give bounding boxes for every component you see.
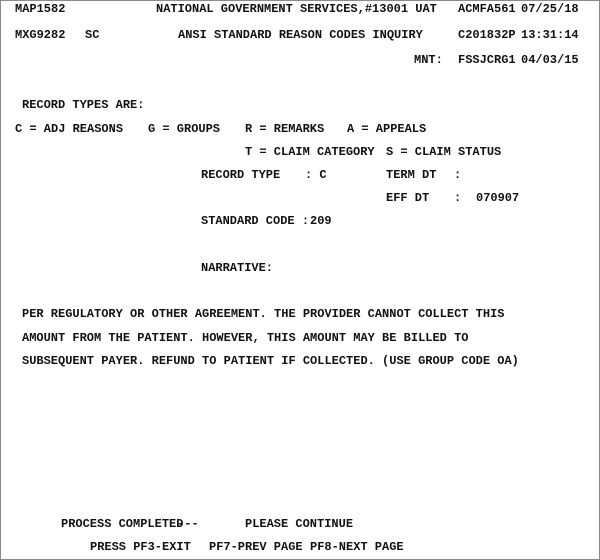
terminal-id: ACMFA561: [458, 2, 516, 16]
narrative-line: SUBSEQUENT PAYER. REFUND TO PATIENT IF C…: [22, 354, 519, 368]
standard-code-label: STANDARD CODE :: [201, 214, 310, 228]
narrative-line: AMOUNT FROM THE PATIENT. HOWEVER, THIS A…: [22, 331, 469, 345]
pf8-next-page-key[interactable]: PF8-NEXT PAGE: [310, 540, 404, 554]
date: 07/25/18: [521, 2, 579, 16]
record-type-t: T = CLAIM CATEGORY: [245, 145, 375, 159]
record-type-r: R = REMARKS: [245, 122, 325, 136]
pf3-exit-key[interactable]: PRESS PF3-EXIT: [90, 540, 191, 554]
operator-id: C201832P: [458, 28, 516, 42]
continue-message: PLEASE CONTINUE: [245, 517, 354, 531]
eff-dt-label: EFF DT: [386, 191, 430, 205]
term-dt-sep: :: [454, 168, 462, 182]
time: 13:31:14: [521, 28, 579, 42]
record-type-g: G = GROUPS: [148, 122, 221, 136]
eff-dt-sep: :: [454, 191, 462, 205]
record-type-label: RECORD TYPE: [201, 168, 281, 182]
record-types-heading: RECORD TYPES ARE:: [22, 98, 145, 112]
narrative-line: PER REGULATORY OR OTHER AGREEMENT. THE P…: [22, 307, 505, 321]
terminal-screen: MAP1582 NATIONAL GOVERNMENT SERVICES,#13…: [0, 0, 600, 560]
screen-code: SC: [85, 28, 100, 42]
term-dt-label: TERM DT: [386, 168, 437, 182]
screen-title: ANSI STANDARD REASON CODES INQUIRY: [178, 28, 423, 42]
narrative-label: NARRATIVE:: [201, 261, 274, 275]
eff-dt-field[interactable]: 070907: [476, 191, 519, 205]
pf7-prev-page-key[interactable]: PF7-PREV PAGE: [209, 540, 303, 554]
record-type-a: A = APPEALS: [347, 122, 427, 136]
record-type-c: C = ADJ REASONS: [15, 122, 124, 136]
screen-id: MXG9282: [15, 28, 66, 42]
status-separator: ---: [177, 517, 199, 531]
map-id: MAP1582: [15, 2, 66, 16]
record-type-s: S = CLAIM STATUS: [386, 145, 502, 159]
mnt-label: MNT:: [414, 53, 443, 67]
mnt-user: FSSJCRG1: [458, 53, 516, 67]
status-message: PROCESS COMPLETED: [61, 517, 184, 531]
system-title: NATIONAL GOVERNMENT SERVICES,#13001 UAT: [156, 2, 437, 16]
record-type-field[interactable]: : C: [305, 168, 327, 182]
mnt-date: 04/03/15: [521, 53, 579, 67]
standard-code-field[interactable]: 209: [310, 214, 332, 228]
